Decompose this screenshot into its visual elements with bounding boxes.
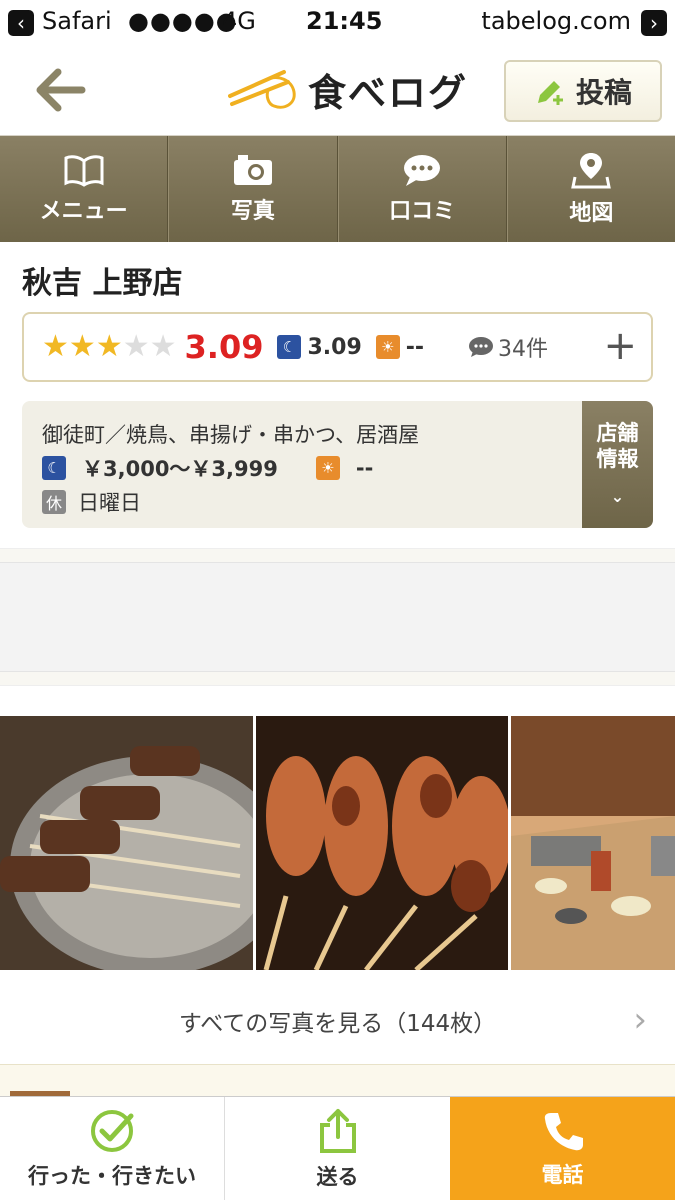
tab-reviews-label: 口コミ	[389, 199, 456, 224]
clock: 21:45	[306, 7, 383, 35]
sun-icon: ☀	[375, 335, 400, 359]
back-to-app-icon[interactable]: ‹	[8, 10, 34, 36]
rating-score: 3.09	[184, 328, 264, 366]
camera-icon	[233, 155, 272, 185]
tab-photos-label: 写真	[230, 199, 275, 224]
night-score: 3.09	[307, 334, 362, 360]
store-info-label: 店舗 情報	[596, 420, 639, 471]
see-all-photos-label: すべての写真を見る（144枚）	[178, 1011, 497, 1037]
holiday-line: 休 日曜日	[42, 487, 141, 517]
see-all-photos-link[interactable]: すべての写真を見る（144枚） ›	[0, 990, 675, 1052]
post-button[interactable]: 投稿	[504, 60, 662, 122]
day-score: --	[405, 334, 425, 360]
category-line: 御徒町／焼鳥、串揚げ・串かつ、居酒屋	[42, 419, 419, 449]
app-header: 食べログ 投稿	[0, 44, 675, 136]
section-tabs: メニュー 写真 口コミ 地図	[0, 136, 675, 242]
star-icon: ★	[68, 329, 96, 364]
star-icon: ★	[95, 329, 123, 364]
comment-icon	[469, 337, 494, 357]
star-icon: ★	[149, 329, 177, 364]
rating-box[interactable]: ★ ★ ★ ★ ★ 3.09 ☾ 3.09 ☀ -- 34件 +	[22, 312, 653, 382]
sun-icon: ☀	[315, 456, 340, 480]
carrier-label: Safari	[42, 7, 112, 35]
photo-strip	[0, 716, 675, 970]
tab-reviews[interactable]: 口コミ	[337, 136, 507, 242]
send-button[interactable]: 送る	[225, 1097, 450, 1200]
tab-map[interactable]: 地図	[506, 136, 675, 242]
photo-thumbnail[interactable]	[256, 716, 508, 970]
tab-menu[interactable]: メニュー	[0, 136, 169, 242]
holiday-text: 日曜日	[78, 491, 141, 515]
moon-icon: ☾	[42, 456, 66, 480]
holiday-badge: 休	[42, 490, 66, 514]
phone-icon	[544, 1112, 583, 1150]
pencil-plus-icon	[537, 81, 563, 105]
bottom-action-bar: 行った・行きたい 送る 電話	[0, 1096, 675, 1200]
speech-bubble-icon	[404, 155, 441, 186]
tabelog-logo[interactable]: 食べログ	[228, 64, 469, 115]
restaurant-interior-photo	[511, 716, 675, 970]
section-divider	[0, 548, 675, 562]
tab-menu-label: メニュー	[39, 199, 128, 224]
went-want-button[interactable]: 行った・行きたい	[0, 1097, 225, 1200]
ad-placeholder	[0, 562, 675, 672]
book-icon	[64, 155, 104, 187]
check-circle-icon	[91, 1109, 134, 1152]
section-divider	[0, 672, 675, 686]
photo-thumbnail[interactable]	[511, 716, 675, 970]
call-button[interactable]: 電話	[450, 1097, 675, 1200]
review-count: 34件	[498, 337, 549, 362]
day-budget: --	[355, 456, 374, 480]
yakitori-plate-photo	[0, 716, 253, 970]
post-button-label: 投稿	[575, 76, 632, 109]
night-budget: ￥3,000～￥3,999	[82, 457, 278, 481]
photo-thumbnail[interactable]	[0, 716, 253, 970]
tab-photos[interactable]: 写真	[168, 136, 338, 242]
map-pin-icon	[571, 153, 612, 189]
grilled-skewers-photo	[256, 716, 508, 970]
chevron-down-icon: ⌄	[610, 486, 625, 506]
category-text: 御徒町／焼鳥、串揚げ・串かつ、居酒屋	[42, 423, 420, 447]
expand-plus-icon[interactable]: +	[603, 326, 637, 366]
star-rating: ★ ★ ★ ★ ★	[42, 332, 177, 362]
domain-label: tabelog.com	[481, 7, 631, 35]
star-icon: ★	[42, 329, 69, 364]
budget-line: ☾ ￥3,000～￥3,999 ☀ --	[42, 453, 373, 483]
moon-icon: ☾	[277, 335, 302, 359]
chopsticks-hand-icon	[228, 70, 296, 109]
restaurant-info-box: 御徒町／焼鳥、串揚げ・串かつ、居酒屋 ☾ ￥3,000～￥3,999 ☀ -- …	[22, 401, 653, 528]
restaurant-name: 秋吉 上野店	[22, 266, 183, 301]
went-want-label: 行った・行きたい	[28, 1163, 196, 1188]
logo-text: 食べログ	[308, 70, 469, 115]
back-arrow-icon[interactable]	[34, 68, 86, 112]
network-type: 4G	[222, 7, 256, 35]
send-label: 送る	[316, 1164, 359, 1189]
share-icon	[319, 1108, 356, 1153]
forward-to-app-icon[interactable]: ›	[641, 10, 667, 36]
chevron-right-icon: ›	[633, 1000, 647, 1040]
store-info-button[interactable]: 店舗 情報 ⌄	[582, 401, 653, 528]
tab-map-label: 地図	[569, 201, 614, 226]
star-icon: ★	[122, 329, 150, 364]
call-label: 電話	[541, 1162, 584, 1187]
status-bar: ‹ Safari ●●●●● 4G 21:45 tabelog.com ›	[0, 0, 675, 44]
next-section-peek	[0, 1064, 675, 1101]
